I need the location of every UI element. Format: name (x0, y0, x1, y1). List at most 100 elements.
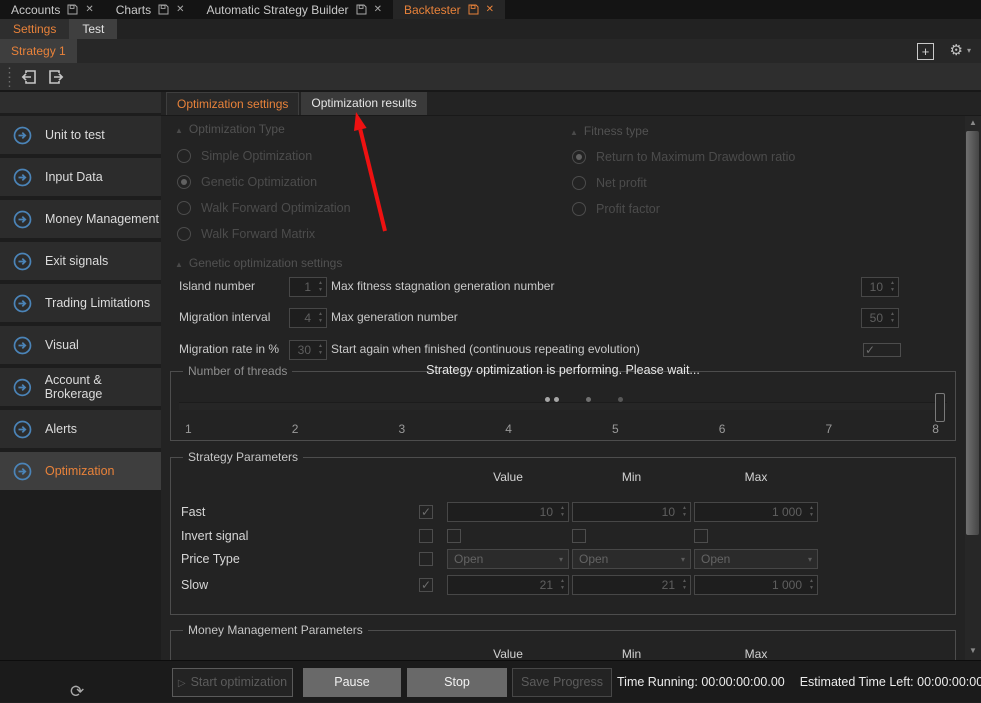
tab-automatic-strategy-builder[interactable]: Automatic Strategy Builder ✕ (195, 0, 392, 19)
arrow-circle-icon (13, 336, 32, 355)
sidebar-item-money-management[interactable]: Money Management (0, 200, 161, 238)
fast-min-spinner[interactable]: 10 (572, 502, 691, 522)
spin-up-icon[interactable] (560, 579, 565, 584)
spin-up-icon[interactable] (809, 506, 814, 511)
param-row-slow: Slow 21 21 1 000 (171, 575, 957, 596)
slow-min-spinner[interactable]: 21 (572, 575, 691, 595)
param-enable-checkbox[interactable] (419, 529, 433, 543)
spin-down-icon[interactable] (318, 288, 323, 293)
add-strategy-button[interactable]: + (917, 43, 934, 60)
spin-down-icon[interactable] (682, 513, 687, 518)
scrollbar-thumb[interactable] (966, 131, 979, 535)
sidebar-item-visual[interactable]: Visual (0, 326, 161, 364)
collapse-icon[interactable]: ▲ (175, 126, 183, 135)
fast-max-spinner[interactable]: 1 000 (694, 502, 818, 522)
param-row-price-type: Price Type Open▾ Open▾ Open▾ (171, 549, 957, 570)
spin-up-icon[interactable] (890, 281, 895, 286)
save-icon[interactable] (356, 4, 367, 15)
start-again-checkbox[interactable] (863, 343, 901, 357)
spin-up-icon[interactable] (890, 312, 895, 317)
sidebar-item-trading-limitations[interactable]: Trading Limitations (0, 284, 161, 322)
tab-optimization-results[interactable]: Optimization results (301, 92, 426, 115)
spin-up-icon[interactable] (318, 281, 323, 286)
import-settings-icon[interactable] (20, 68, 38, 86)
save-icon[interactable] (67, 4, 78, 15)
radio-profit-factor[interactable]: Profit factor (572, 199, 795, 219)
scroll-down-icon[interactable]: ▼ (965, 644, 981, 658)
param-enable-checkbox[interactable] (419, 578, 433, 592)
tab-strategy-1[interactable]: Strategy 1 (0, 39, 77, 63)
spin-down-icon[interactable] (809, 513, 814, 518)
sidebar-item-account-brokerage[interactable]: Account & Brokerage (0, 368, 161, 406)
sidebar-item-alerts[interactable]: Alerts (0, 410, 161, 448)
price-type-min-dropdown[interactable]: Open▾ (572, 549, 691, 569)
drag-handle[interactable]: ⋮⋮ (3, 68, 7, 86)
threads-slider-track[interactable] (179, 402, 947, 410)
fast-value-spinner[interactable]: 10 (447, 502, 569, 522)
invert-min-checkbox[interactable] (572, 529, 586, 543)
radio-walk-forward-optimization[interactable]: Walk Forward Optimization (177, 198, 351, 218)
radio-net-profit[interactable]: Net profit (572, 173, 795, 193)
close-icon[interactable]: ✕ (486, 4, 494, 15)
spin-down-icon[interactable] (318, 319, 323, 324)
max-generation-spinner[interactable]: 50 (861, 308, 899, 328)
start-optimization-button[interactable]: ▷Start optimization (172, 668, 293, 697)
spin-down-icon[interactable] (682, 586, 687, 591)
stop-button[interactable]: Stop (407, 668, 507, 697)
radio-walk-forward-matrix[interactable]: Walk Forward Matrix (177, 224, 351, 244)
spin-up-icon[interactable] (682, 579, 687, 584)
spin-down-icon[interactable] (890, 319, 895, 324)
island-number-spinner[interactable]: 1 (289, 277, 327, 297)
spin-up-icon[interactable] (560, 506, 565, 511)
vertical-scrollbar[interactable]: ▲ ▼ (965, 116, 981, 660)
tab-optimization-settings[interactable]: Optimization settings (166, 92, 299, 115)
spin-down-icon[interactable] (890, 288, 895, 293)
save-icon[interactable] (468, 4, 479, 15)
export-settings-icon[interactable] (47, 68, 65, 86)
max-stagnation-spinner[interactable]: 10 (861, 277, 899, 297)
main-panel: Optimization settings Optimization resul… (161, 92, 981, 660)
spin-down-icon[interactable] (809, 586, 814, 591)
invert-value-checkbox[interactable] (447, 529, 461, 543)
spin-up-icon[interactable] (682, 506, 687, 511)
save-icon[interactable] (158, 4, 169, 15)
sidebar-item-optimization[interactable]: Optimization (0, 452, 161, 490)
radio-genetic-optimization[interactable]: Genetic Optimization (177, 172, 351, 192)
collapse-icon[interactable]: ▲ (175, 260, 183, 269)
tab-test[interactable]: Test (69, 19, 117, 39)
slow-value-spinner[interactable]: 21 (447, 575, 569, 595)
tab-charts[interactable]: Charts ✕ (105, 0, 196, 19)
radio-return-to-max-drawdown[interactable]: Return to Maximum Drawdown ratio (572, 147, 795, 167)
tab-backtester[interactable]: Backtester ✕ (393, 0, 505, 19)
sidebar-item-input-data[interactable]: Input Data (0, 158, 161, 196)
arrow-circle-icon (13, 210, 32, 229)
param-enable-checkbox[interactable] (419, 505, 433, 519)
price-type-value-dropdown[interactable]: Open▾ (447, 549, 569, 569)
save-progress-button[interactable]: Save Progress (512, 668, 612, 697)
slow-max-spinner[interactable]: 1 000 (694, 575, 818, 595)
price-type-max-dropdown[interactable]: Open▾ (694, 549, 818, 569)
spin-down-icon[interactable] (560, 586, 565, 591)
threads-slider-thumb[interactable] (935, 393, 945, 422)
sidebar-item-exit-signals[interactable]: Exit signals (0, 242, 161, 280)
tab-accounts[interactable]: Accounts ✕ (0, 0, 105, 19)
close-icon[interactable]: ✕ (374, 4, 382, 15)
param-enable-checkbox[interactable] (419, 552, 433, 566)
settings-menu-button[interactable]: ⚙ ▾ (950, 41, 971, 59)
migration-interval-spinner[interactable]: 4 (289, 308, 327, 328)
scroll-up-icon[interactable]: ▲ (965, 116, 981, 130)
radio-simple-optimization[interactable]: Simple Optimization (177, 146, 351, 166)
spin-up-icon[interactable] (809, 579, 814, 584)
spin-up-icon[interactable] (318, 312, 323, 317)
close-icon[interactable]: ✕ (176, 4, 184, 15)
pause-button[interactable]: Pause (303, 668, 401, 697)
sidebar-item-unit-to-test[interactable]: Unit to test (0, 116, 161, 154)
tab-settings[interactable]: Settings (0, 19, 69, 39)
spin-up-icon[interactable] (318, 344, 323, 349)
close-icon[interactable]: ✕ (85, 4, 93, 15)
migration-rate-spinner[interactable]: 30 (289, 340, 327, 360)
spin-down-icon[interactable] (560, 513, 565, 518)
collapse-icon[interactable]: ▲ (570, 128, 578, 137)
spin-down-icon[interactable] (318, 351, 323, 356)
invert-max-checkbox[interactable] (694, 529, 708, 543)
